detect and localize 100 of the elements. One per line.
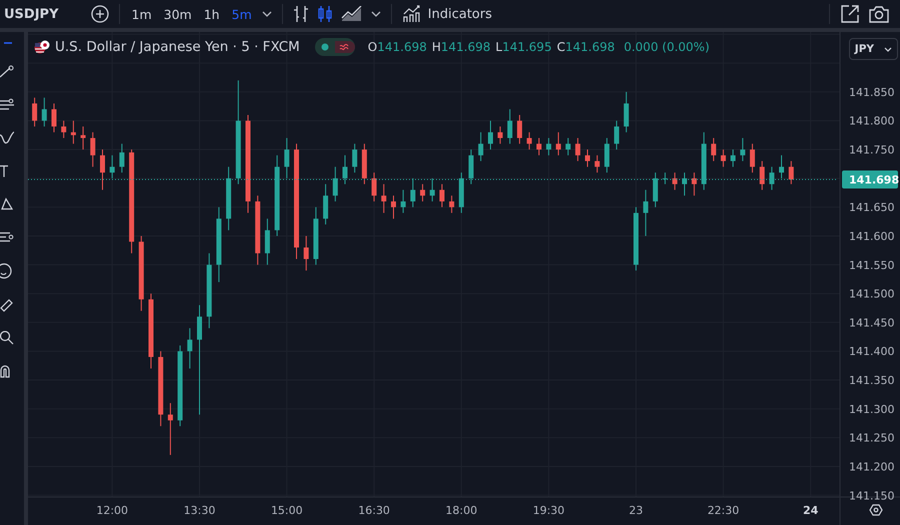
wave-icon: [338, 43, 349, 51]
candlestick: [760, 160, 765, 190]
candlestick: [391, 195, 396, 220]
candlestick: [342, 154, 348, 185]
price-label: 141.650: [849, 201, 894, 214]
lines-icon[interactable]: [0, 98, 14, 112]
chevron-down-icon[interactable]: [370, 11, 381, 17]
price-label: 141.200: [849, 460, 894, 474]
interval-button[interactable]: 30m: [162, 6, 194, 22]
price-label: 141.150: [849, 489, 894, 502]
forecast-icon[interactable]: [0, 230, 14, 244]
candlestick: [410, 178, 416, 208]
candlestick: [197, 304, 202, 416]
ruler-icon[interactable]: [0, 298, 14, 312]
smiley-icon[interactable]: [0, 263, 14, 279]
price-label: 141.850: [849, 86, 894, 99]
indicators-button[interactable]: Indicators: [402, 5, 492, 23]
camera-icon[interactable]: [868, 5, 890, 23]
candlestick: [332, 166, 338, 202]
candlestick: [168, 402, 173, 456]
candlestick-icon[interactable]: [316, 5, 333, 23]
candlestick: [604, 138, 610, 174]
candlestick: [730, 149, 736, 168]
time-label: 18:00: [446, 504, 478, 517]
symbol-name[interactable]: USDJPY: [4, 6, 58, 22]
candlestick: [449, 195, 454, 214]
candlestick: [400, 189, 406, 214]
interval-button[interactable]: 5m: [230, 6, 254, 22]
candlestick: [478, 132, 484, 162]
candlestick: [80, 126, 86, 150]
open-dot-icon: [320, 43, 329, 51]
price-label: 141.400: [849, 345, 894, 358]
price-label: 141.300: [849, 402, 894, 416]
candlestick: [61, 120, 66, 139]
time-label: 13:30: [184, 504, 216, 517]
price-label: 141.550: [849, 258, 894, 272]
settings-icon[interactable]: [869, 504, 883, 516]
price-label: 141.750: [849, 144, 894, 157]
candlestick: [187, 328, 192, 370]
candlestick: [488, 120, 493, 150]
time-label: 12:00: [96, 504, 128, 517]
price-label: 141.600: [849, 230, 894, 243]
candlestick: [372, 172, 377, 202]
candlestick: [323, 184, 328, 225]
candlestick: [788, 160, 794, 185]
chevron-down-icon: [884, 46, 892, 52]
candlestick: [740, 138, 746, 162]
candlestick: [556, 132, 561, 156]
trend-line-icon[interactable]: [0, 65, 14, 79]
ohlc-value: O141.698: [368, 40, 427, 54]
flag-icon: [34, 40, 50, 54]
time-label: 15:00: [270, 504, 303, 517]
candlestick: [546, 138, 552, 156]
area-chart-icon[interactable]: [340, 6, 363, 22]
interval-button[interactable]: 1h: [202, 6, 222, 22]
brush-icon[interactable]: [0, 131, 14, 145]
candlestick: [652, 172, 658, 208]
ohlc-value: L141.695: [496, 40, 552, 54]
zoom-icon[interactable]: [0, 331, 14, 345]
add-icon[interactable]: [90, 5, 108, 23]
time-label: 16:30: [358, 504, 390, 517]
price-label: 141.800: [849, 114, 894, 128]
candlestick: [498, 126, 503, 144]
candlestick: [284, 138, 290, 179]
candlestick: [468, 149, 474, 185]
candlestick: [32, 97, 38, 127]
candlestick: [720, 149, 726, 168]
price-label: 141.250: [849, 432, 894, 445]
candlestick: [110, 154, 115, 179]
candlestick: [517, 114, 522, 144]
candlestick: [643, 189, 648, 236]
candlestick: [507, 108, 512, 144]
time-label: 22:30: [707, 504, 740, 517]
candlestick: [624, 91, 629, 133]
currency-dropdown[interactable]: JPY: [848, 38, 898, 60]
time-label: 24: [802, 504, 818, 517]
price-label: 141.350: [849, 374, 894, 388]
candlestick: [536, 138, 542, 156]
chevron-down-icon[interactable]: [262, 11, 272, 17]
candlestick: [585, 149, 590, 168]
candlestick: [594, 154, 600, 174]
interval-button[interactable]: 1m: [130, 6, 154, 22]
candlestick: [750, 143, 755, 174]
pattern-icon[interactable]: [0, 197, 14, 211]
price-label: 141.450: [849, 316, 894, 330]
candlestick: [352, 143, 358, 174]
candlestick: [711, 138, 716, 162]
candlestick: [779, 154, 784, 179]
candlestick: [381, 184, 386, 214]
candlestick: [769, 166, 774, 190]
ohlc-value: C141.698: [556, 40, 615, 54]
candlestick: [692, 172, 697, 196]
candlestick: [430, 178, 435, 202]
bar-chart-icon[interactable]: [292, 5, 309, 23]
indicators-icon: [402, 5, 422, 23]
candlestick: [575, 138, 580, 162]
price-label: 141.500: [849, 288, 894, 301]
time-label: 19:30: [532, 504, 565, 517]
external-link-icon[interactable]: [840, 4, 860, 24]
time-label: 23: [629, 504, 643, 517]
